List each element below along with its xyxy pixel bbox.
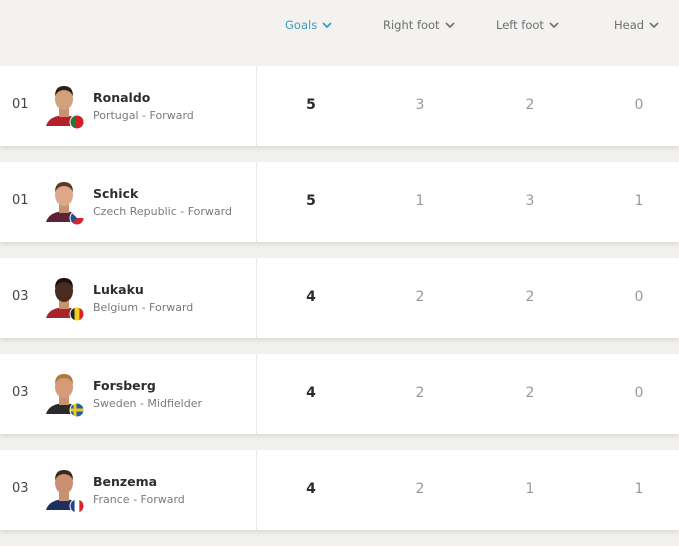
player-name[interactable]: Ronaldo: [93, 90, 150, 105]
left-foot-value: 3: [525, 193, 535, 209]
head-value: 0: [634, 97, 644, 113]
right-foot-value: 1: [415, 193, 425, 209]
goals-value: 4: [306, 481, 316, 497]
player-avatar: [43, 178, 85, 226]
sort-right-foot-button[interactable]: Right foot: [383, 18, 455, 32]
goals-value: 5: [306, 97, 316, 113]
player-country-position: Belgium - Forward: [93, 301, 194, 314]
head-value: 0: [634, 289, 644, 305]
left-foot-value: 2: [525, 385, 535, 401]
france-flag-icon: [69, 498, 85, 514]
column-label: Goals: [285, 18, 318, 32]
left-foot-value: 1: [525, 481, 535, 497]
table-header: Goals Right foot Left foot Head: [0, 0, 679, 66]
chevron-down-icon: [649, 20, 659, 30]
right-foot-value: 3: [415, 97, 425, 113]
column-divider: [256, 354, 257, 434]
player-name[interactable]: Benzema: [93, 474, 157, 489]
goals-value: 4: [306, 289, 316, 305]
player-list: 01 Ronaldo Portugal - Forward 5 3 2 0 01: [0, 66, 679, 546]
belgium-flag-icon: [69, 306, 85, 322]
chevron-down-icon: [549, 20, 559, 30]
chevron-down-icon: [322, 20, 332, 30]
player-name[interactable]: Lukaku: [93, 282, 144, 297]
head-value: 0: [634, 385, 644, 401]
player-avatar: [43, 82, 85, 130]
column-label: Left foot: [496, 18, 544, 32]
right-foot-value: 2: [415, 289, 425, 305]
head-value: 1: [634, 193, 644, 209]
player-row[interactable]: 01 Schick Czech Republic - Forward 5 1 3…: [0, 162, 679, 242]
column-divider: [256, 258, 257, 338]
head-value: 1: [634, 481, 644, 497]
left-foot-value: 2: [525, 289, 535, 305]
player-avatar: [43, 466, 85, 514]
player-name[interactable]: Forsberg: [93, 378, 156, 393]
player-row[interactable]: 03 Forsberg Sweden - Midfielder 4 2 2 0: [0, 354, 679, 434]
chevron-down-icon: [445, 20, 455, 30]
goals-value: 4: [306, 385, 316, 401]
player-rank: 03: [12, 385, 29, 400]
column-divider: [256, 66, 257, 146]
player-avatar: [43, 370, 85, 418]
player-row[interactable]: 03 Lukaku Belgium - Forward 4 2 2 0: [0, 258, 679, 338]
player-rank: 03: [12, 289, 29, 304]
left-foot-value: 2: [525, 97, 535, 113]
column-divider: [256, 450, 257, 530]
player-country-position: Sweden - Midfielder: [93, 397, 202, 410]
player-rank: 03: [12, 481, 29, 496]
sweden-flag-icon: [69, 402, 85, 418]
column-divider: [256, 162, 257, 242]
player-avatar: [43, 274, 85, 322]
player-rank: 01: [12, 97, 29, 112]
sort-left-foot-button[interactable]: Left foot: [496, 18, 559, 32]
goals-value: 5: [306, 193, 316, 209]
sort-goals-button[interactable]: Goals: [285, 18, 332, 32]
sort-head-button[interactable]: Head: [614, 18, 659, 32]
player-row[interactable]: 01 Ronaldo Portugal - Forward 5 3 2 0: [0, 66, 679, 146]
czech-flag-icon: [69, 210, 85, 226]
player-country-position: France - Forward: [93, 493, 185, 506]
player-country-position: Czech Republic - Forward: [93, 205, 232, 218]
player-row[interactable]: 03 Benzema France - Forward 4 2 1 1: [0, 450, 679, 530]
column-label: Right foot: [383, 18, 440, 32]
player-rank: 01: [12, 193, 29, 208]
portugal-flag-icon: [69, 114, 85, 130]
column-label: Head: [614, 18, 645, 32]
right-foot-value: 2: [415, 385, 425, 401]
player-name[interactable]: Schick: [93, 186, 138, 201]
player-country-position: Portugal - Forward: [93, 109, 194, 122]
right-foot-value: 2: [415, 481, 425, 497]
